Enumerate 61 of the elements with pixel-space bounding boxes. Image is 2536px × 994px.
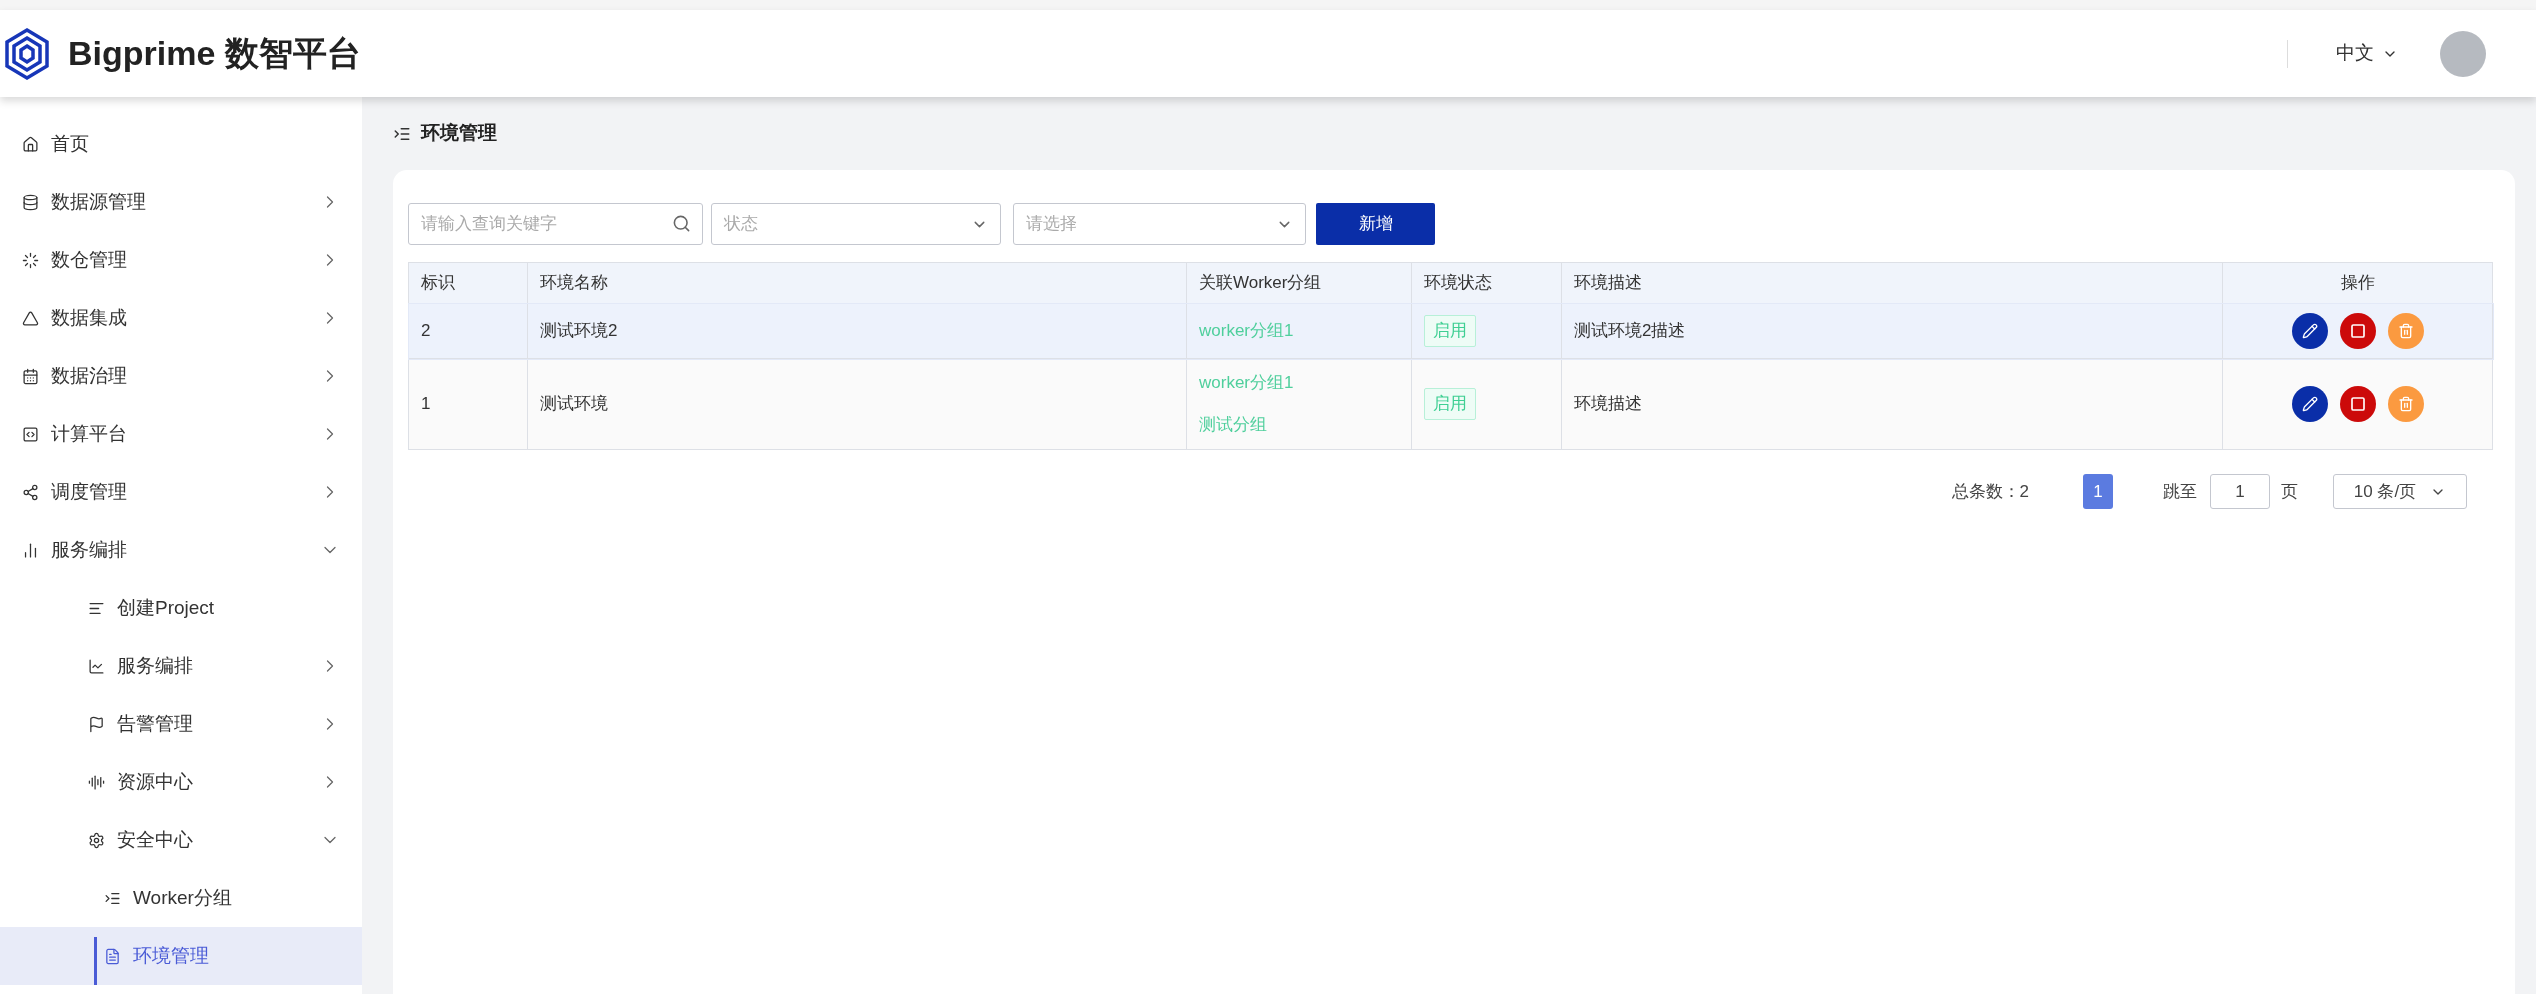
flag-icon — [88, 715, 105, 733]
edit-button[interactable] — [2291, 386, 2328, 422]
trash-icon — [2397, 323, 2414, 339]
calendar-icon — [22, 367, 39, 385]
total-count: 总条数：2 — [1951, 480, 2029, 503]
table-cell: 2 — [408, 303, 528, 359]
search-field[interactable]: 请输入查询关键字 — [408, 203, 703, 245]
status-tag: 启用 — [1424, 315, 1476, 347]
page-title: 环境管理 — [421, 121, 497, 146]
table-cell: 测试环境 — [527, 358, 1187, 450]
sidebar-item[interactable]: 告警管理 — [0, 695, 362, 753]
language-dropdown[interactable]: 中文 — [2336, 39, 2398, 68]
pencil-icon — [2301, 323, 2318, 339]
stop-button[interactable] — [2339, 313, 2376, 349]
loader-icon — [22, 251, 39, 269]
database-icon — [22, 193, 39, 211]
home-icon — [22, 135, 39, 153]
sidebar-item[interactable]: Worker分组 — [0, 869, 362, 927]
pencil-icon — [2301, 396, 2318, 412]
settings-icon — [88, 831, 105, 849]
table-row[interactable]: 1 测试环境 worker分组1 测试分组 启用 环境描述 — [408, 358, 2493, 450]
sidebar-item[interactable]: 数据集成 — [0, 289, 362, 347]
app-title: Bigprime 数智平台 — [68, 33, 361, 74]
jump-label: 跳至 — [2163, 480, 2197, 503]
line-chart-icon — [88, 657, 105, 675]
document-icon — [104, 947, 121, 965]
code-icon — [22, 425, 39, 443]
table-cell: 1 — [408, 358, 528, 450]
stop-button[interactable] — [2339, 386, 2376, 422]
page-size-select[interactable]: 10 条/页 — [2333, 474, 2467, 509]
sidebar-item[interactable]: 服务编排 — [0, 521, 362, 579]
sidebar-item[interactable]: 计算平台 — [0, 405, 362, 463]
sidebar-item[interactable]: 安全中心 — [0, 811, 362, 869]
square-icon — [2349, 323, 2366, 339]
search-icon — [672, 214, 691, 233]
table-cell: 测试环境2 — [527, 303, 1187, 359]
audio-lines-icon — [88, 773, 105, 791]
sidebar-item[interactable]: 资源中心 — [0, 753, 362, 811]
bar-chart-icon — [22, 541, 39, 559]
page-input[interactable]: 1 — [2210, 474, 2270, 509]
sidebar-item[interactable]: 数据源管理 — [0, 173, 362, 231]
sidebar-item[interactable]: 服务编排 — [0, 637, 362, 695]
table-cell: 环境描述 — [1561, 358, 2223, 450]
page-button[interactable]: 1 — [2083, 474, 2113, 509]
sidebar-item[interactable]: 创建Project — [0, 579, 362, 637]
add-button[interactable]: 新增 — [1316, 203, 1435, 245]
triangle-icon — [22, 309, 39, 327]
table-row[interactable]: 2 测试环境2 worker分组1 启用 测试环境2描述 — [408, 303, 2493, 359]
sidebar-item[interactable]: 首页 — [0, 115, 362, 173]
sidebar-item[interactable]: 调度管理 — [0, 463, 362, 521]
table-cell: 测试环境2描述 — [1561, 303, 2223, 359]
status-tag: 启用 — [1424, 388, 1476, 420]
sidebar-item[interactable]: 数据治理 — [0, 347, 362, 405]
square-icon — [2349, 396, 2366, 412]
logo-icon — [4, 26, 50, 81]
sidebar-item[interactable]: 环境管理 — [0, 927, 362, 985]
sidebar-item[interactable]: 数仓管理 — [0, 231, 362, 289]
edit-button[interactable] — [2291, 313, 2328, 349]
share-icon — [22, 483, 39, 501]
trash-icon — [2397, 396, 2414, 412]
page-unit: 页 — [2281, 480, 2298, 503]
